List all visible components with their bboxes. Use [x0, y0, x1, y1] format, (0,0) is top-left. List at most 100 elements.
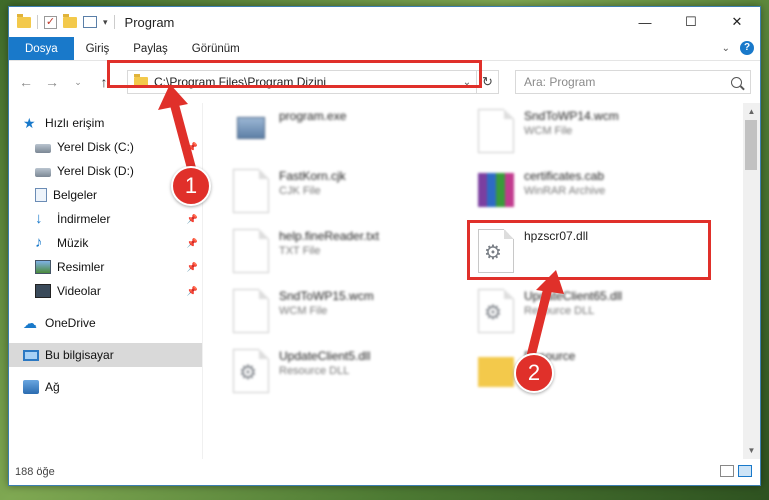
close-button[interactable]: ✕	[714, 7, 760, 37]
sidebar-item-label: OneDrive	[45, 316, 96, 330]
tab-file[interactable]: Dosya	[9, 37, 74, 60]
sidebar-item-label: Bu bilgisayar	[45, 348, 114, 362]
file-name: help.fineReader.txt	[279, 229, 380, 243]
archive-icon	[478, 173, 514, 207]
file-item[interactable]: SndToWP14.wcm WCM File	[478, 109, 718, 165]
file-name: UpdateClient5.dll	[279, 349, 371, 363]
scroll-down-icon[interactable]: ▼	[743, 442, 760, 459]
pin-icon[interactable]: 📌	[187, 214, 198, 225]
file-type: Resource DLL	[524, 305, 595, 317]
sidebar-item-label: Videolar	[57, 284, 101, 298]
pin-icon[interactable]: 📌	[187, 286, 198, 297]
forward-button[interactable]: →	[41, 71, 63, 93]
divider	[37, 15, 38, 29]
dll-file-icon	[233, 349, 269, 393]
sidebar-item-network[interactable]: Ağ	[9, 375, 202, 399]
ribbon-tabs: Dosya Giriş Paylaş Görünüm ⌄ ?	[9, 37, 760, 61]
file-item[interactable]: FastKorn.cjk CJK File	[233, 169, 473, 225]
disk-icon	[35, 168, 51, 177]
file-name: FastKorn.cjk	[279, 169, 346, 183]
file-item[interactable]: SndToWP15.wcm WCM File	[233, 289, 473, 345]
file-type: WCM File	[524, 125, 573, 137]
videos-icon	[35, 284, 51, 298]
file-type: Resource DLL	[279, 365, 350, 377]
sidebar-item-quick-access[interactable]: ★ Hızlı erişim	[9, 111, 202, 135]
file-name: certificates.cab	[524, 169, 605, 183]
search-placeholder[interactable]: Ara: Program	[524, 75, 731, 89]
sidebar-item-onedrive[interactable]: ☁ OneDrive	[9, 311, 202, 335]
sidebar-item-videos[interactable]: Videolar 📌	[9, 279, 202, 303]
vertical-scrollbar[interactable]: ▲ ▼	[743, 103, 760, 459]
file-item[interactable]: help.fineReader.txt TXT File	[233, 229, 473, 285]
new-folder-icon[interactable]	[63, 13, 77, 28]
title-bar: ✓ ▾ Program — ☐ ✕	[9, 7, 760, 37]
network-icon	[23, 380, 39, 394]
address-bar-highlight	[107, 60, 482, 88]
sidebar-item-label: Yerel Disk (C:)	[57, 140, 134, 154]
folder-icon[interactable]	[17, 13, 31, 28]
sidebar-item-this-pc[interactable]: Bu bilgisayar	[9, 343, 202, 367]
sidebar-item-label: Müzik	[57, 236, 89, 250]
main-area: ★ Hızlı erişim Yerel Disk (C:) 📌 Yerel D…	[9, 103, 760, 459]
customize-dropdown-icon[interactable]: ▾	[103, 17, 108, 28]
music-icon: ♪	[35, 234, 43, 251]
item-count: 188 öğe	[15, 466, 55, 478]
back-button[interactable]: ←	[15, 71, 37, 93]
file-name: program.exe	[279, 109, 347, 123]
tab-share[interactable]: Paylaş	[121, 37, 180, 60]
step-badge-2: 2	[514, 353, 554, 393]
computer-icon	[23, 350, 39, 361]
tiles-view-icon[interactable]	[738, 465, 752, 477]
disk-icon	[35, 144, 51, 153]
file-name: SndToWP14.wcm	[524, 109, 619, 123]
tab-home[interactable]: Giriş	[74, 37, 122, 60]
file-item[interactable]: certificates.cab WinRAR Archive	[478, 169, 718, 225]
file-icon	[233, 289, 269, 333]
sidebar-item-disk-c[interactable]: Yerel Disk (C:) 📌	[9, 135, 202, 159]
window-title: Program	[124, 14, 175, 30]
pin-icon[interactable]: 📌	[187, 262, 198, 273]
file-item[interactable]: program.exe	[233, 109, 473, 165]
text-file-icon	[233, 229, 269, 273]
file-highlight	[467, 220, 711, 280]
folder-icon	[478, 357, 514, 387]
dll-file-icon	[478, 289, 514, 333]
download-icon: ↓	[35, 210, 43, 227]
details-view-icon[interactable]	[720, 465, 734, 477]
file-type: CJK File	[279, 185, 321, 197]
divider	[113, 15, 115, 29]
maximize-button[interactable]: ☐	[668, 7, 714, 37]
properties-check-icon[interactable]: ✓	[44, 15, 57, 29]
documents-icon	[35, 188, 47, 202]
properties-icon[interactable]	[83, 16, 97, 28]
recent-locations-icon[interactable]: ⌄	[67, 71, 89, 93]
scroll-thumb[interactable]	[745, 120, 757, 170]
help-icon[interactable]: ?	[740, 41, 754, 55]
window-controls: — ☐ ✕	[622, 7, 760, 37]
sidebar-item-label: Belgeler	[53, 188, 98, 202]
file-name: SndToWP15.wcm	[279, 289, 374, 303]
navigation-pane: ★ Hızlı erişim Yerel Disk (C:) 📌 Yerel D…	[9, 103, 203, 459]
file-item[interactable]: UpdateClient65.dll Resource DLL	[478, 289, 718, 345]
expand-ribbon-icon[interactable]: ⌄	[722, 43, 730, 54]
file-type: WCM File	[279, 305, 328, 317]
pin-icon[interactable]: 📌	[187, 238, 198, 249]
scroll-up-icon[interactable]: ▲	[743, 103, 760, 120]
search-input[interactable]: Ara: Program	[515, 70, 751, 94]
sidebar-item-music[interactable]: ♪ Müzik 📌	[9, 231, 202, 255]
sidebar-item-pictures[interactable]: Resimler 📌	[9, 255, 202, 279]
file-item[interactable]: UpdateClient5.dll Resource DLL	[233, 349, 473, 405]
executable-icon	[233, 109, 269, 153]
file-icon	[233, 169, 269, 213]
pictures-icon	[35, 260, 51, 274]
sidebar-item-downloads[interactable]: ↓ İndirmeler 📌	[9, 207, 202, 231]
pin-icon[interactable]: 📌	[187, 142, 198, 153]
status-bar: 188 öğe	[9, 459, 760, 485]
file-icon	[478, 109, 514, 153]
file-type: WinRAR Archive	[524, 185, 606, 197]
quick-access-toolbar: ✓ ▾	[17, 13, 115, 29]
cloud-icon: ☁	[23, 315, 37, 331]
tab-view[interactable]: Görünüm	[180, 37, 252, 60]
minimize-button[interactable]: —	[622, 7, 668, 37]
sidebar-item-label: Ağ	[45, 380, 60, 394]
